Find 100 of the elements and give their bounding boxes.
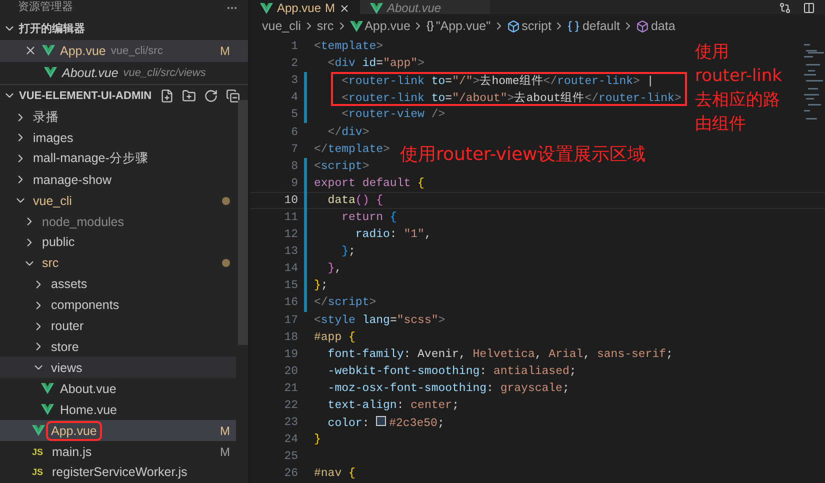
code-line: <router-view /> [340,108,446,122]
code-line: color: #2c3e50; [326,416,444,430]
section-header[interactable]: 打开的编辑器 [0,18,248,40]
file-name: mall-manage-分步骤 [32,150,150,168]
scrollbar[interactable] [238,100,248,345]
line-number: 22 [283,399,298,412]
refresh-icon[interactable] [204,88,218,103]
tree-item[interactable]: assets [0,274,236,295]
status-dot [222,259,230,268]
git-status: M [220,44,231,58]
open-editor-item[interactable]: About.vue vue_cli/src/views [0,62,248,84]
breadcrumb-item[interactable]: "App.vue" [436,19,491,33]
code-line: #app { [314,330,356,344]
js-file-icon: JS [32,467,46,478]
code-line: #nav { [314,467,356,480]
tree-item[interactable]: manage-show [0,169,236,190]
compare-icon[interactable] [779,2,791,14]
tree-item[interactable]: JS registerServiceWorker.js [0,462,236,483]
line-number: 19 [283,348,298,361]
close-icon[interactable] [24,44,37,58]
tree-item[interactable]: src [0,252,236,274]
file-name: views [50,360,84,375]
code-line: </template> [314,142,390,156]
code-line: <div id="app"> [326,57,424,70]
tree-item[interactable]: About.vue [0,378,236,400]
git-status: M [325,3,336,14]
breadcrumb-item[interactable]: default [582,19,620,33]
vue-file-icon [260,3,273,14]
line-number: 18 [283,330,298,344]
file-name: registerServiceWorker.js [51,465,188,480]
cube-icon [636,20,649,32]
code-line: return { [340,210,397,224]
tree-item[interactable]: Home.vue [0,399,236,420]
tree-item[interactable]: App.vue M [0,420,236,442]
file-name: vue_cli [32,194,73,208]
file-name: node_modules [41,214,126,229]
breadcrumb-item[interactable]: data [650,19,676,33]
line-number: 3 [290,74,298,88]
code-line: } [314,433,321,446]
code-line: <router-link to="/about">去about组件</router-link> [340,90,682,106]
new-file-icon[interactable] [160,88,174,103]
line-number: 9 [290,176,298,190]
tree-item[interactable]: 录播 [0,106,236,128]
line-number: 16 [283,296,298,310]
file-name: About.vue [59,382,118,396]
line-number: 25 [283,450,298,464]
tree-item[interactable]: views [0,357,236,378]
vue-file-icon [42,45,55,56]
panel-title: 资源管理器 [18,1,73,14]
line-number: 5 [290,108,298,122]
file-name: router [50,319,85,334]
tree-item[interactable]: vue_cli [0,190,236,212]
line-number: 1 [290,40,298,54]
vue-file-icon [41,404,54,416]
code-line: export default { [314,176,424,190]
line-number: 11 [283,210,298,224]
file-name: assets [50,277,88,292]
line-number: 4 [290,91,298,104]
status-dot [222,196,230,205]
file-path: vue_cli/src [110,44,163,57]
braces-symbol: {} [426,20,434,32]
code-line: data() { [326,194,384,207]
vue-file-icon [370,3,383,14]
file-name: main.js [51,444,93,459]
file-name: src [41,256,60,270]
open-editor-item[interactable]: App.vue vue_cli/src M [0,40,248,62]
editor-tab[interactable]: About.vue [360,0,490,14]
line-number: 10 [283,194,298,207]
cube-icon [506,20,520,32]
code-line: }; [314,279,328,292]
editor-tab[interactable]: App.vue M [250,0,360,14]
file-name: 录播 [32,108,60,126]
line-number: 8 [290,160,298,173]
tree-item[interactable]: mall-manage-分步骤 [0,148,236,170]
tree-item[interactable]: JS main.js M [0,441,236,462]
split-editor-icon[interactable] [803,2,815,14]
breadcrumb-item[interactable]: App.vue [364,19,410,33]
variable-icon [567,20,580,32]
file-name: App.vue [49,424,99,438]
code-line: -moz-osx-font-smoothing: grayscale; [326,382,570,395]
tree-item[interactable]: node_modules [0,211,236,232]
breadcrumb-item[interactable]: src [316,19,334,33]
line-number: 2 [290,57,298,70]
tree-item[interactable]: public [0,232,236,253]
tree-item[interactable]: images [0,127,236,148]
line-number: 14 [283,262,298,276]
tree-item[interactable]: router [0,316,236,337]
breadcrumb-item[interactable]: script [522,19,552,33]
new-folder-icon[interactable] [182,88,196,103]
tree-item[interactable]: components [0,294,236,316]
breadcrumb-item[interactable]: vue_cli [262,19,301,33]
vue-file-icon [41,383,54,394]
file-name: components [50,298,120,312]
code-line: -webkit-font-smoothing: antialiased; [326,364,576,378]
code-line: <router-link to="/">去home组件</router-link> | [340,74,654,88]
tree-item[interactable]: store [0,336,236,358]
line-number: 7 [290,142,298,156]
close-icon[interactable] [339,3,350,14]
code-line: text-align: center; [326,399,459,412]
collapse-icon[interactable] [226,88,240,103]
